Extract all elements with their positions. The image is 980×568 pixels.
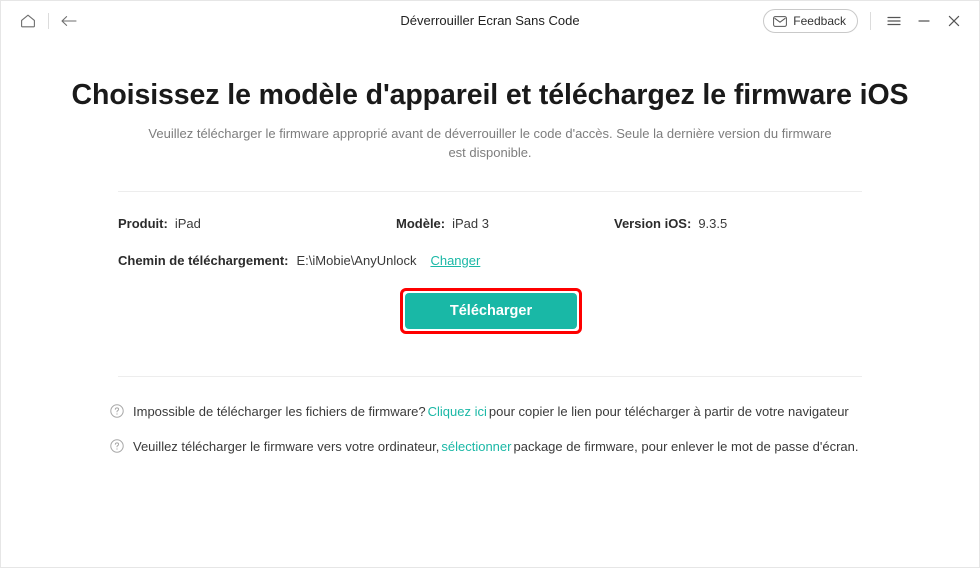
info-model-value: iPad 3 — [452, 216, 489, 231]
feedback-button[interactable]: Feedback — [763, 9, 858, 33]
title-bar-right-controls: Feedback — [763, 7, 969, 35]
info-product: Produit: iPad — [118, 216, 396, 231]
info-ios-version-label: Version iOS: — [614, 216, 692, 231]
main-content: Choisissez le modèle d'appareil et téléc… — [1, 79, 979, 456]
title-bar-divider — [870, 12, 871, 30]
hint-text-after: package de firmware, pour enlever le mot… — [513, 439, 859, 454]
home-icon[interactable] — [13, 7, 43, 35]
download-path-value: E:\iMobie\AnyUnlock — [296, 253, 417, 268]
page-subtitle: Veuillez télécharger le firmware appropr… — [148, 126, 832, 160]
feedback-button-label: Feedback — [793, 14, 846, 28]
download-path-label: Chemin de téléchargement: — [118, 253, 289, 268]
download-button[interactable]: Télécharger — [405, 293, 577, 329]
device-info-row: Produit: iPad Modèle: iPad 3 Version iOS… — [118, 192, 862, 231]
info-model-label: Modèle: — [396, 216, 446, 231]
info-model: Modèle: iPad 3 — [396, 216, 614, 231]
hint-text-before: Veuillez télécharger le firmware vers vo… — [133, 439, 440, 454]
page-title: Choisissez le modèle d'appareil et téléc… — [71, 79, 909, 111]
hint-link-selectionner[interactable]: sélectionner — [439, 438, 513, 456]
question-circle-icon[interactable] — [110, 439, 124, 453]
hint-link-cliquez-ici[interactable]: Cliquez ici — [426, 403, 489, 421]
info-product-value: iPad — [174, 216, 201, 231]
title-bar-separator — [48, 13, 49, 29]
close-icon[interactable] — [939, 7, 969, 35]
hint-row: Veuillez télécharger le firmware vers vo… — [110, 438, 870, 456]
title-bar: Déverrouiller Ecran Sans Code Feedback — [1, 1, 979, 41]
hint-text-after: pour copier le lien pour télécharger à p… — [488, 404, 849, 419]
envelope-icon — [773, 15, 788, 27]
hints-section: Impossible de télécharger les fichiers d… — [110, 377, 870, 456]
download-button-area: Télécharger — [1, 280, 979, 376]
hint-text-before: Impossible de télécharger les fichiers d… — [133, 404, 426, 419]
back-arrow-icon[interactable] — [54, 7, 84, 35]
download-path-row: Chemin de téléchargement: E:\iMobie\AnyU… — [118, 231, 862, 268]
change-path-link[interactable]: Changer — [430, 253, 480, 268]
info-ios-version-value: 9.3.5 — [698, 216, 728, 231]
hamburger-menu-icon[interactable] — [879, 7, 909, 35]
minimize-icon[interactable] — [909, 7, 939, 35]
application-window: Déverrouiller Ecran Sans Code Feedback C… — [0, 0, 980, 568]
title-bar-left-controls — [13, 7, 84, 35]
info-ios-version: Version iOS: 9.3.5 — [614, 216, 727, 231]
question-circle-icon[interactable] — [110, 404, 124, 418]
hint-row: Impossible de télécharger les fichiers d… — [110, 403, 870, 421]
info-product-label: Produit: — [118, 216, 168, 231]
